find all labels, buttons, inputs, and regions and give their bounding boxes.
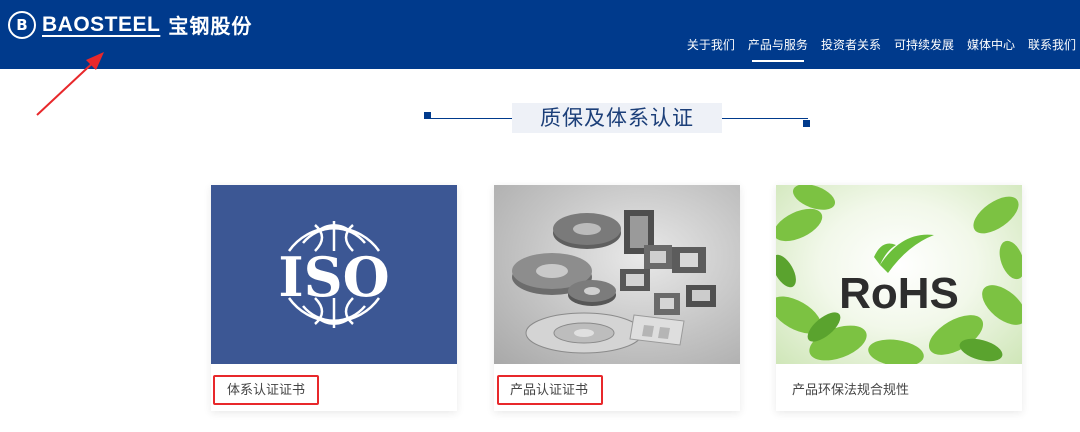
section-heading: 质保及体系认证	[0, 103, 1080, 133]
logo-chinese-name: 宝钢股份	[168, 14, 253, 38]
highlight-box	[497, 375, 603, 405]
iso-image: ISO	[211, 185, 457, 364]
logo-english-name: BAOSTEEL	[42, 12, 161, 36]
iso-logo-text: ISO	[278, 245, 389, 309]
main-nav: 关于我们 产品与服务 投资者关系 可持续发展 媒体中心 联系我们	[687, 36, 1076, 62]
card-caption-rohs[interactable]: 产品环保法规合规性	[792, 379, 909, 398]
nav-item-sustainability[interactable]: 可持续发展	[894, 36, 954, 61]
highlight-box	[213, 375, 319, 405]
nav-item-products-services[interactable]: 产品与服务	[748, 36, 808, 62]
certificate-card-system[interactable]: ISO 体系认证证书	[211, 185, 457, 411]
nav-item-investor-relations[interactable]: 投资者关系	[821, 36, 881, 61]
site-logo[interactable]: B BAOSTEEL 宝钢股份	[8, 10, 252, 39]
rohs-logo-text: RoHS	[839, 269, 959, 318]
title-right-dot-icon	[803, 120, 810, 127]
title-left-line	[428, 118, 512, 119]
nav-item-contact-us[interactable]: 联系我们	[1028, 36, 1076, 61]
title-right-line	[722, 118, 808, 119]
baosteel-logo-icon: B	[8, 10, 36, 39]
steel-parts-image	[494, 185, 740, 364]
certificate-card-product[interactable]: 产品认证证书	[494, 185, 740, 411]
site-header: B BAOSTEEL 宝钢股份 关于我们 产品与服务 投资者关系 可持续发展 媒…	[0, 0, 1080, 69]
section-title: 质保及体系认证	[512, 103, 722, 133]
nav-item-about[interactable]: 关于我们	[687, 36, 735, 61]
nav-item-media-center[interactable]: 媒体中心	[967, 36, 1015, 61]
certificate-card-rohs[interactable]: RoHS 产品环保法规合规性	[776, 185, 1022, 411]
rohs-image: RoHS	[776, 185, 1022, 364]
